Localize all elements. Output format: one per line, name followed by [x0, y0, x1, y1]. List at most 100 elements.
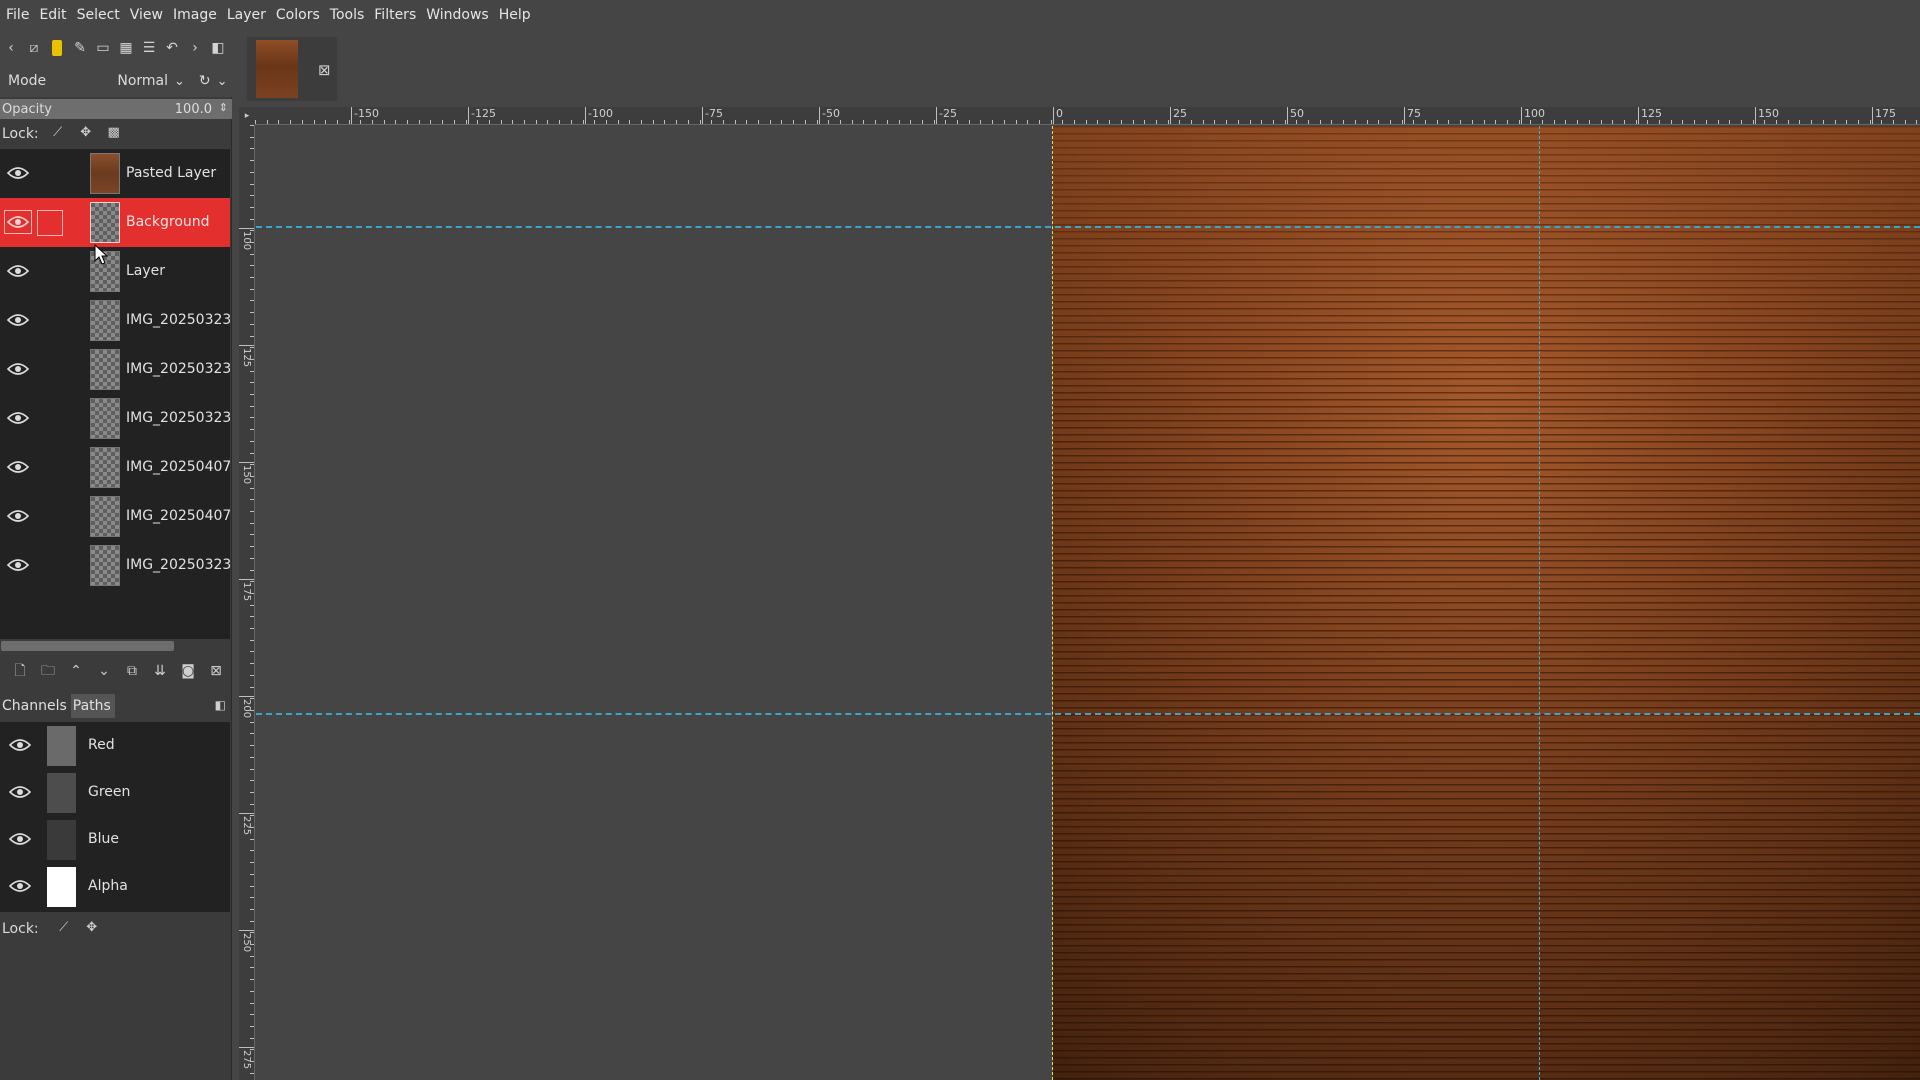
opacity-value[interactable]: 100.0 — [175, 102, 212, 117]
channel-row[interactable]: Alpha — [0, 863, 230, 910]
layer-name[interactable]: Background — [126, 198, 230, 247]
layers-icon[interactable]: ☰ — [140, 37, 158, 59]
new-layer-icon[interactable]: 🗋 — [6, 661, 34, 681]
link-toggle[interactable] — [37, 357, 63, 383]
dock-menu-icon[interactable]: ◧ — [209, 37, 227, 59]
layer-name[interactable]: IMG_20250323 — [126, 345, 230, 394]
raise-layer-icon[interactable]: ⌃ — [62, 661, 90, 681]
menu-windows[interactable]: Windows — [424, 0, 497, 31]
dock-menu-icon[interactable]: ◧ — [215, 698, 226, 712]
channel-row[interactable]: Red — [0, 722, 230, 769]
layer-row[interactable]: IMG_20250323 — [0, 541, 230, 590]
mask-icon[interactable]: ◙ — [174, 661, 202, 681]
link-toggle[interactable] — [37, 161, 63, 187]
chevron-down-icon[interactable]: ⌄ — [174, 74, 185, 89]
menu-file[interactable]: File — [4, 0, 37, 31]
paintbrush-icon[interactable]: ✎ — [71, 37, 89, 59]
vertical-ruler[interactable]: 100 125 150 175 200 225 250 275 — [239, 125, 255, 1080]
menu-view[interactable]: View — [128, 0, 171, 31]
visibility-eye-icon[interactable] — [6, 733, 34, 757]
layer-row[interactable]: IMG_20250323 — [0, 296, 230, 345]
lower-layer-icon[interactable]: ⌄ — [90, 661, 118, 681]
undo-history-icon[interactable]: ↶ — [163, 37, 181, 59]
brush-editor-icon[interactable] — [48, 37, 66, 59]
tab-paths[interactable]: Paths — [70, 694, 115, 718]
horizontal-guide[interactable] — [256, 713, 1920, 715]
visibility-eye-icon[interactable] — [6, 827, 34, 851]
visibility-eye-icon[interactable] — [4, 161, 32, 185]
layer-row[interactable]: Layer — [0, 247, 230, 296]
horizontal-ruler[interactable]: -150 -125 -100 -75 -50 -25 0 25 50 75 100 125 150 175 — [255, 107, 1920, 125]
menu-help[interactable]: Help — [497, 0, 539, 31]
device-status-icon[interactable]: ▭ — [94, 37, 112, 59]
layer-row[interactable]: IMG_20250407 — [0, 443, 230, 492]
visibility-eye-icon[interactable] — [4, 210, 32, 234]
horizontal-guide[interactable] — [256, 226, 1920, 228]
layer-row[interactable]: Background — [0, 198, 230, 247]
delete-layer-icon[interactable]: ⊠ — [202, 661, 230, 681]
layer-row[interactable]: IMG_20250323 — [0, 394, 230, 443]
lock-pixels-icon[interactable]: ⟋ — [47, 125, 69, 143]
tab-channels[interactable]: Channels — [0, 694, 71, 718]
chevron-right-icon[interactable]: › — [186, 37, 204, 59]
link-toggle[interactable] — [37, 308, 63, 334]
spin-arrows-icon[interactable]: ⇕ — [219, 101, 228, 114]
layers-scrollbar[interactable] — [0, 639, 230, 653]
lock-pixels-icon[interactable]: ⟋ — [53, 920, 75, 938]
menu-image[interactable]: Image — [171, 0, 225, 31]
layer-name[interactable]: IMG_20250323 — [126, 541, 230, 590]
ruler-corner[interactable]: ▸ — [239, 107, 255, 125]
visibility-eye-icon[interactable] — [4, 406, 32, 430]
layer-name[interactable]: Pasted Layer — [126, 149, 230, 198]
link-toggle[interactable] — [37, 504, 63, 530]
visibility-eye-icon[interactable] — [6, 780, 34, 804]
visibility-eye-icon[interactable] — [4, 308, 32, 332]
visibility-eye-icon[interactable] — [4, 504, 32, 528]
menu-edit[interactable]: Edit — [37, 0, 74, 31]
ruler-major-tick — [239, 696, 254, 697]
link-toggle[interactable] — [37, 259, 63, 285]
layer-row[interactable]: Pasted Layer — [0, 149, 230, 198]
link-toggle[interactable] — [37, 210, 63, 236]
channel-row[interactable]: Blue — [0, 816, 230, 863]
mode-select[interactable]: Normal — [98, 73, 168, 89]
opacity-slider[interactable]: Opacity 100.0 ⇕ — [0, 99, 232, 119]
new-layer-group-icon[interactable]: 🗀 — [34, 661, 62, 681]
layer-row[interactable]: IMG_20250407 — [0, 492, 230, 541]
visibility-eye-icon[interactable] — [4, 553, 32, 577]
images-icon[interactable]: ▦ — [117, 37, 135, 59]
link-toggle[interactable] — [37, 455, 63, 481]
link-toggle[interactable] — [37, 406, 63, 432]
menu-colors[interactable]: Colors — [274, 0, 328, 31]
reset-mode-icon[interactable]: ↻ — [199, 73, 211, 89]
channel-row[interactable]: Green — [0, 769, 230, 816]
layer-row[interactable]: IMG_20250323 — [0, 345, 230, 394]
menu-select[interactable]: Select — [75, 0, 128, 31]
image-tab[interactable]: ⊠ — [247, 37, 337, 101]
layer-name[interactable]: IMG_20250323 — [126, 394, 230, 443]
close-icon[interactable]: ⊠ — [318, 61, 331, 79]
lock-position-icon[interactable]: ✥ — [81, 920, 103, 938]
visibility-eye-icon[interactable] — [6, 874, 34, 898]
image-canvas[interactable] — [256, 126, 1920, 1080]
tool-options-icon[interactable]: ⧄ — [25, 37, 43, 59]
lock-alpha-icon[interactable]: ▩ — [103, 125, 125, 143]
chevron-down-icon[interactable]: ⌄ — [217, 74, 228, 89]
menu-filters[interactable]: Filters — [372, 0, 424, 31]
vertical-guide[interactable] — [1539, 126, 1540, 1080]
duplicate-layer-icon[interactable]: ⧉ — [118, 661, 146, 681]
visibility-eye-icon[interactable] — [4, 259, 32, 283]
lock-position-icon[interactable]: ✥ — [75, 125, 97, 143]
scrollbar-thumb[interactable] — [1, 641, 174, 651]
visibility-eye-icon[interactable] — [4, 357, 32, 381]
visibility-eye-icon[interactable] — [4, 455, 32, 479]
layer-name[interactable]: IMG_20250407 — [126, 492, 230, 541]
merge-layer-icon[interactable]: ⇊ — [146, 661, 174, 681]
chevron-left-icon[interactable]: ‹ — [2, 37, 20, 59]
layer-name[interactable]: IMG_20250407 — [126, 443, 230, 492]
layer-name[interactable]: IMG_20250323 — [126, 296, 230, 345]
menu-tools[interactable]: Tools — [328, 0, 373, 31]
link-toggle[interactable] — [37, 553, 63, 579]
menu-layer[interactable]: Layer — [225, 0, 274, 31]
layer-name[interactable]: Layer — [126, 247, 230, 296]
